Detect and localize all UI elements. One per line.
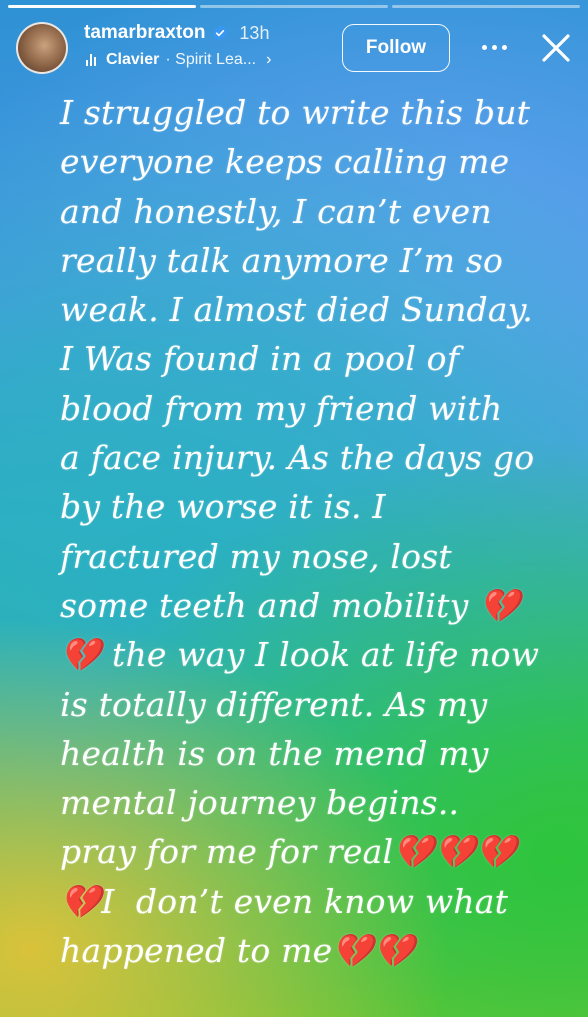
username[interactable]: tamarbraxton <box>84 22 205 44</box>
avatar[interactable] <box>16 22 68 74</box>
story-viewer[interactable]: tamarbraxton 13h Clavier · Spirit Lea...… <box>0 0 588 1017</box>
more-options-icon[interactable] <box>482 42 512 52</box>
song-title: Clavier <box>106 51 160 68</box>
song-artist: · Spirit Lea... <box>165 51 257 68</box>
follow-button[interactable]: Follow <box>342 24 450 72</box>
post-time: 13h <box>239 22 270 43</box>
name-row: tamarbraxton 13h <box>84 22 269 44</box>
chevron-right-icon: › <box>266 51 272 68</box>
story-progress-bar <box>8 5 580 8</box>
progress-segment <box>392 5 580 8</box>
progress-segment-active <box>8 5 196 8</box>
progress-segment <box>200 5 388 8</box>
story-header: tamarbraxton 13h Clavier · Spirit Lea...… <box>14 14 576 78</box>
close-icon[interactable] <box>538 30 574 66</box>
verified-badge-icon <box>213 25 228 41</box>
music-bars-icon <box>86 54 96 66</box>
music-attribution[interactable]: Clavier · Spirit Lea... › <box>86 51 271 69</box>
story-text: I struggled to write this but everyone k… <box>60 93 540 971</box>
